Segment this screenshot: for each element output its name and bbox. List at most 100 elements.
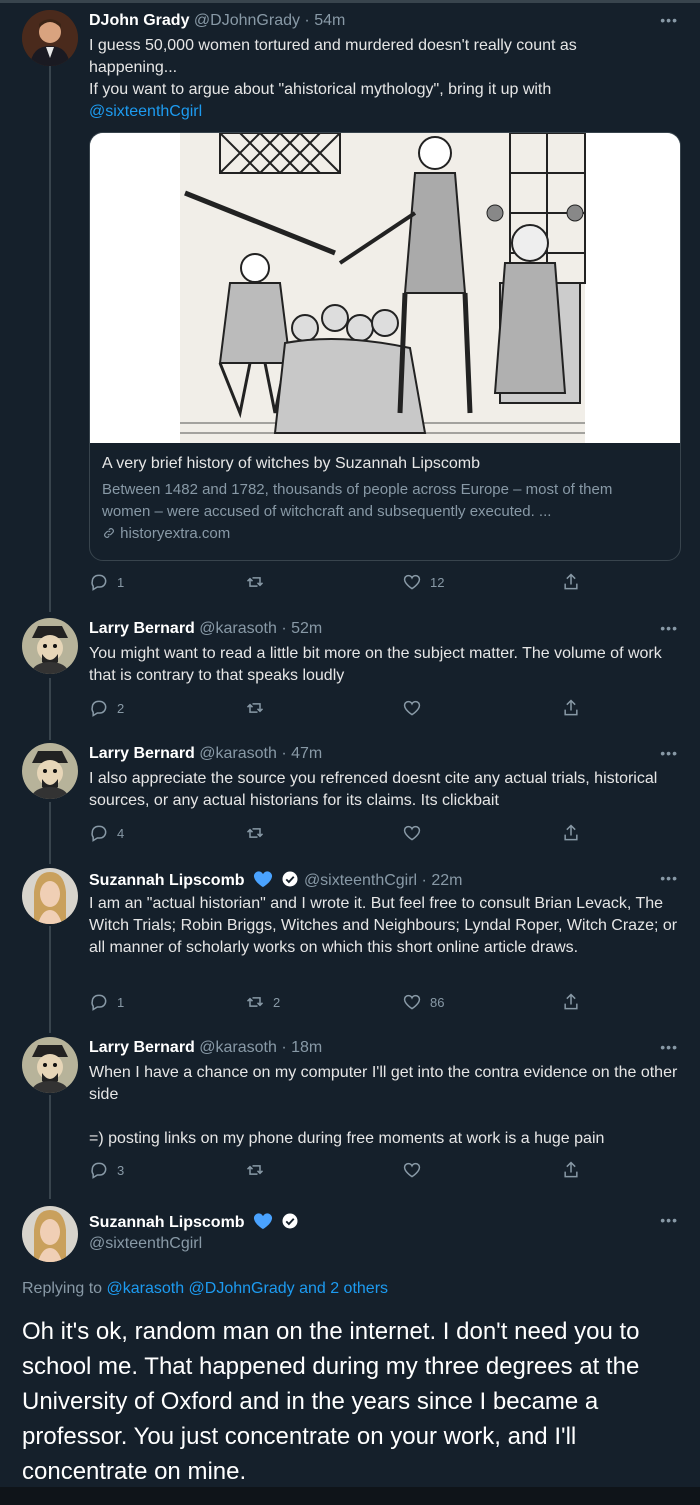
avatar[interactable]	[22, 743, 78, 799]
main-tweet-header: Suzannah Lipscomb	[89, 1212, 299, 1232]
tweet-text-paragraph: When I have a chance on my computer I'll…	[89, 1064, 678, 1103]
retweet-button[interactable]	[245, 823, 273, 843]
more-options-icon[interactable]: •••	[660, 1039, 678, 1055]
tweet-larry-bernard-1[interactable]: Larry Bernard @karasoth · 52m ••• You mi…	[0, 612, 700, 734]
tweet-text: When I have a chance on my computer I'll…	[89, 1062, 684, 1150]
tweet-header: Suzannah Lipscomb @sixteenthCgirl · 22m	[89, 870, 462, 890]
handle-time[interactable]: @sixteenthCgirl · 22m	[304, 872, 463, 889]
avatar[interactable]	[22, 1206, 78, 1262]
display-name[interactable]: Larry Bernard	[89, 620, 195, 637]
share-icon	[564, 699, 578, 716]
mention-link[interactable]: @sixteenthCgirl	[89, 101, 684, 123]
like-button[interactable]	[402, 823, 430, 843]
more-options-icon[interactable]: •••	[660, 1212, 678, 1228]
reply-button[interactable]: 2	[89, 698, 124, 718]
tweet-text-line: happening...	[89, 59, 178, 76]
share-button[interactable]	[561, 1160, 589, 1180]
reply-count: 2	[117, 700, 125, 716]
heart-icon	[403, 825, 421, 841]
avatar-woman-icon	[22, 868, 78, 924]
retweet-icon	[246, 997, 264, 1007]
heart-icon	[403, 994, 421, 1010]
avatar-cartoon-icon	[22, 1037, 78, 1093]
reply-button[interactable]: 1	[89, 572, 124, 592]
avatar[interactable]	[22, 618, 78, 674]
like-button[interactable]	[402, 1160, 430, 1180]
retweet-icon	[246, 1165, 264, 1175]
retweet-button[interactable]	[245, 698, 273, 718]
handle-time[interactable]: @karasoth · 52m	[199, 620, 322, 637]
card-image	[90, 133, 680, 443]
replying-to-users-link[interactable]: @karasoth @DJohnGrady and 2 others	[107, 1280, 389, 1297]
tweet-djohn-grady[interactable]: DJohn Grady @DJohnGrady · 54m ••• I gues…	[0, 0, 700, 605]
retweet-count: 2	[273, 994, 281, 1010]
more-options-icon[interactable]: •••	[660, 620, 678, 636]
display-name[interactable]: Suzannah Lipscomb	[89, 1214, 245, 1231]
card-title: A very brief history of witches by Suzan…	[102, 455, 480, 472]
reply-icon	[91, 994, 107, 1011]
share-icon	[564, 993, 578, 1010]
share-button[interactable]	[561, 572, 589, 592]
avatar[interactable]	[22, 1037, 78, 1093]
tweet-larry-bernard-2[interactable]: Larry Bernard @karasoth · 47m ••• I also…	[0, 737, 700, 859]
handle-time[interactable]: @karasoth · 47m	[199, 745, 322, 762]
display-name[interactable]: Suzannah Lipscomb	[89, 872, 245, 889]
more-options-icon[interactable]: •••	[660, 870, 678, 886]
tweet-actions: 3	[89, 1160, 589, 1182]
verified-badge-icon	[282, 1213, 298, 1229]
retweet-icon	[246, 703, 264, 713]
tweet-text-line: If you want to argue about "ahistorical …	[89, 81, 552, 98]
link-card[interactable]: A very brief history of witches by Suzan…	[89, 132, 681, 561]
woodcut-illustration	[90, 133, 680, 443]
handle[interactable]: @sixteenthCgirl	[89, 1235, 202, 1252]
tweet-header: Larry Bernard @karasoth · 52m	[89, 620, 322, 638]
like-count: 12	[430, 574, 445, 590]
avatar-portrait-icon	[22, 10, 78, 66]
retweet-button[interactable]: 2	[245, 992, 280, 1012]
avatar[interactable]	[22, 10, 78, 66]
like-button[interactable]: 12	[402, 572, 444, 592]
avatar[interactable]	[22, 868, 78, 924]
handle-time[interactable]: @karasoth · 18m	[199, 1039, 322, 1056]
display-name[interactable]: Larry Bernard	[89, 1039, 195, 1056]
verified-badge-icon	[282, 871, 298, 887]
retweet-button[interactable]	[245, 1160, 273, 1180]
heart-icon	[403, 700, 421, 716]
tweet-header: Larry Bernard @karasoth · 18m	[89, 1039, 322, 1057]
display-name[interactable]: DJohn Grady	[89, 12, 189, 29]
more-options-icon[interactable]: •••	[660, 12, 678, 28]
avatar-cartoon-icon	[22, 743, 78, 799]
avatar-woman-icon	[22, 1206, 78, 1262]
heart-icon	[403, 1162, 421, 1178]
handle-time[interactable]: @DJohnGrady · 54m	[194, 12, 345, 29]
heart-icon	[403, 574, 421, 590]
more-options-icon[interactable]: •••	[660, 745, 678, 761]
card-domain-text: historyextra.com	[120, 525, 231, 542]
share-button[interactable]	[561, 698, 589, 718]
tweet-suzannah-lipscomb-1[interactable]: Suzannah Lipscomb @sixteenthCgirl · 22m …	[0, 862, 700, 1030]
reply-button[interactable]: 1	[89, 992, 124, 1012]
share-button[interactable]	[561, 823, 589, 843]
display-name[interactable]: Larry Bernard	[89, 745, 195, 762]
reply-icon	[91, 825, 107, 842]
share-icon	[564, 824, 578, 841]
replying-to-prefix: Replying to	[22, 1280, 103, 1297]
reply-button[interactable]: 3	[89, 1160, 124, 1180]
reply-icon	[91, 1162, 107, 1179]
share-icon	[564, 1161, 578, 1178]
tweet-actions: 1 12	[89, 572, 589, 594]
tweet-text-paragraph: =) posting links on my phone during free…	[89, 1130, 605, 1147]
like-button[interactable]: 86	[402, 992, 444, 1012]
reply-button[interactable]: 4	[89, 823, 124, 843]
retweet-button[interactable]	[245, 572, 273, 592]
tweet-actions: 4	[89, 823, 589, 845]
main-tweet-text: Oh it's ok, random man on the internet. …	[22, 1318, 640, 1485]
tweet-text-line: I guess 50,000 women tortured and murder…	[89, 37, 577, 54]
like-button[interactable]	[402, 698, 430, 718]
tweet-text: I am an "actual historian" and I wrote i…	[89, 895, 678, 956]
reply-icon	[91, 574, 107, 591]
tweet-larry-bernard-3[interactable]: Larry Bernard @karasoth · 18m ••• When I…	[0, 1031, 700, 1191]
share-button[interactable]	[561, 992, 589, 1012]
main-tweet-handle-row: @sixteenthCgirl	[89, 1235, 202, 1253]
like-count: 86	[430, 994, 445, 1010]
